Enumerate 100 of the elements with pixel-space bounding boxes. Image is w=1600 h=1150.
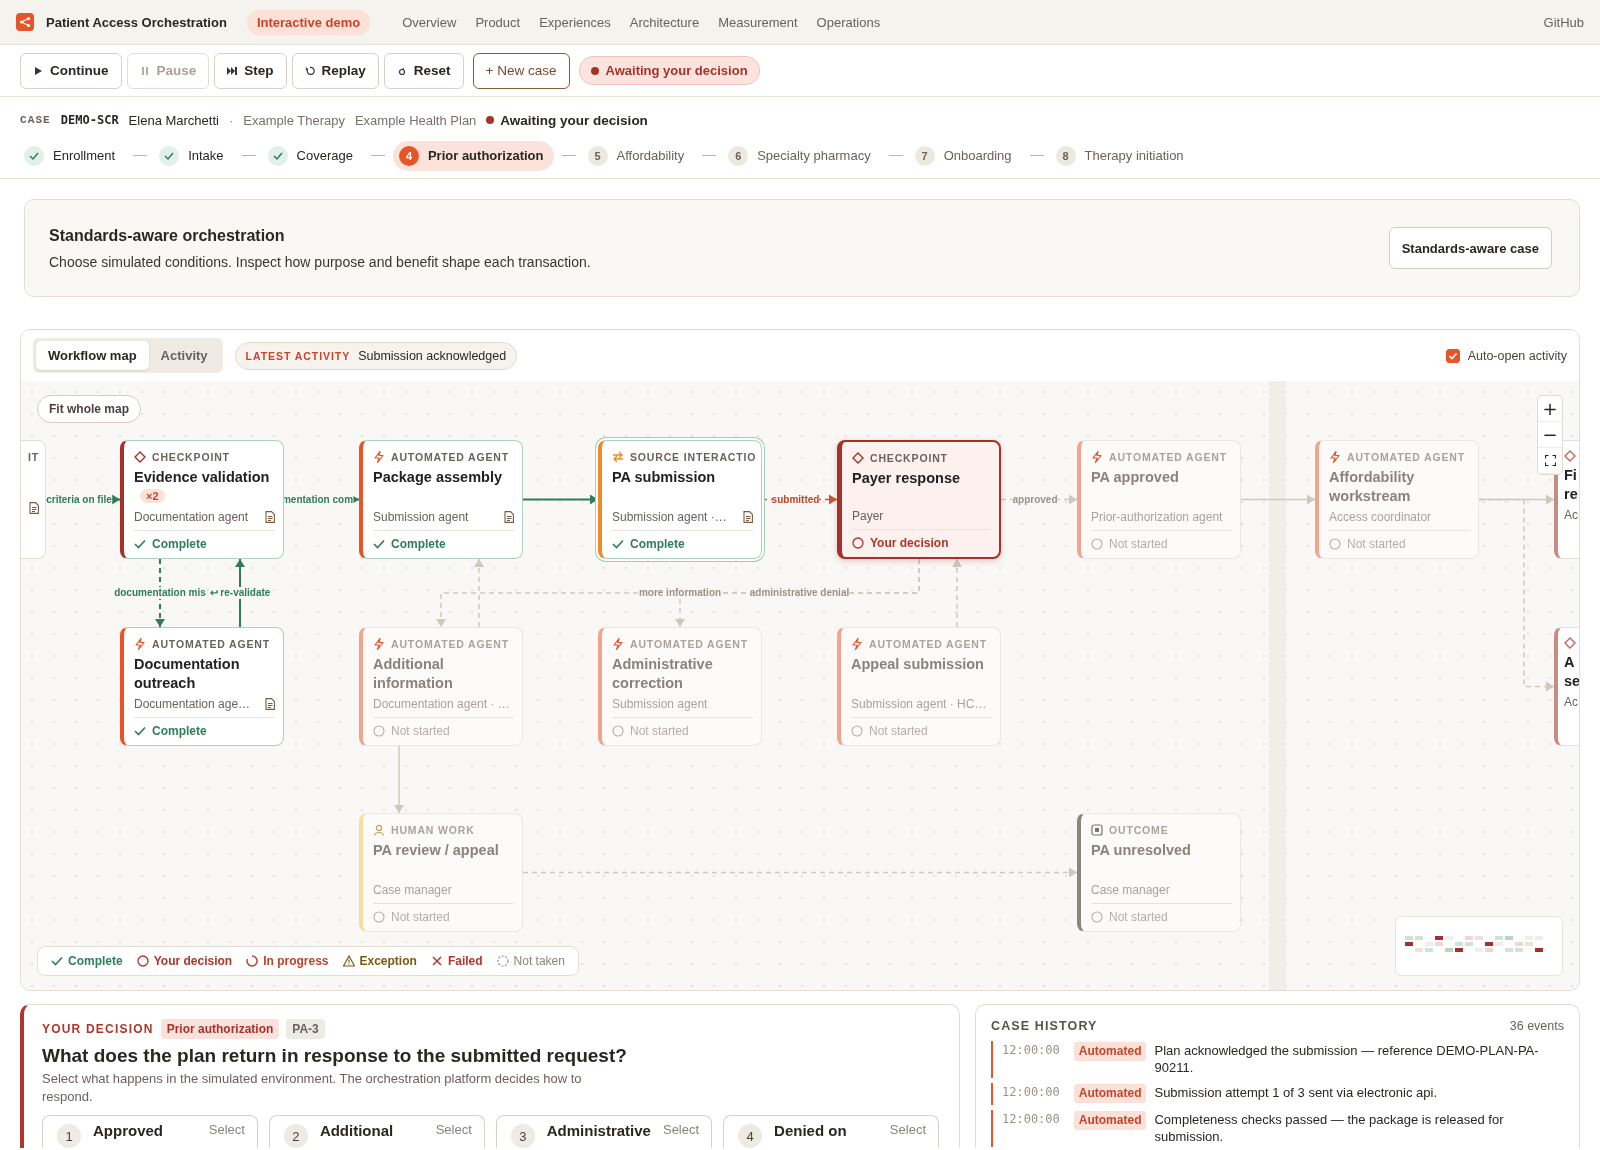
nav-link[interactable]: Product: [475, 14, 521, 30]
progress-step[interactable]: 4 Prior authorization: [392, 140, 554, 171]
event-time: 12:00:00: [1002, 1084, 1060, 1101]
workflow-node[interactable]: CHECKPOINT Evidence validation ×2 Documentation agent Complete: [120, 440, 284, 559]
node-title: Evidence validation: [134, 468, 271, 487]
legend-label: Failed: [447, 954, 483, 968]
zoom-button[interactable]: +: [1538, 396, 1562, 422]
node-role: Submission agent: [373, 510, 469, 524]
event-text: Completeness checks passed — the package is released for submission.: [1154, 1111, 1505, 1145]
workflow-node[interactable]: AUTOMATED AGENT Appeal submission Submission agent · HC… Not started: [837, 627, 1001, 746]
progress-step[interactable]: 6 Specialty pharmacy: [724, 140, 881, 171]
workflow-node[interactable]: AUTOMATED AGENT Additional information Documentation agent · … Not started: [359, 627, 523, 746]
workflow-node[interactable]: AUTOMATED AGENT Affordability workstream Access coordinator Not started: [1315, 440, 1479, 559]
node-title: Administrative correction: [612, 655, 714, 693]
node-status: Complete: [152, 537, 207, 551]
workflow-node[interactable]: OUTCOME PA unresolved Case manager Not started: [1077, 813, 1241, 932]
case-id: DEMO-SCR: [60, 113, 119, 127]
select-link: Select: [662, 1122, 700, 1137]
view-tab[interactable]: Workflow map: [36, 341, 149, 370]
option-card[interactable]: 2 Additional Select: [268, 1115, 485, 1148]
node-title: Documentation outreach: [134, 655, 241, 693]
nav-link[interactable]: Measurement: [718, 14, 798, 30]
node-role: Prior-authorization agent: [1091, 510, 1223, 524]
progress-step[interactable]: 8 Therapy initiation: [1051, 140, 1194, 171]
option-card[interactable]: 3 Administrative Select: [495, 1115, 713, 1148]
node-title: PA submission: [612, 468, 717, 487]
workflow-node[interactable]: IT: [21, 440, 46, 559]
count-badge: ×2: [140, 489, 165, 503]
legend-label: Your decision: [153, 954, 233, 968]
option-card[interactable]: 1 Approved Select: [42, 1115, 258, 1148]
node-role: Access coordinator: [1329, 510, 1432, 524]
workflow-node[interactable]: CHECKPOINT Payer response Payer Your decision: [837, 440, 1001, 559]
legend-label: Complete: [68, 954, 123, 968]
progress-step[interactable]: Enrollment: [20, 140, 126, 171]
github-link[interactable]: GitHub: [1543, 14, 1584, 30]
progress-step[interactable]: 7 Onboarding: [910, 140, 1022, 171]
node-type: CHECKPOINT: [870, 452, 948, 464]
therapy-name: Example Therapy: [243, 112, 345, 128]
option-card[interactable]: 4 Denied on Select: [723, 1115, 939, 1148]
progress-step[interactable]: 5 Affordability: [583, 140, 695, 171]
node-type: AUTOMATED AGENT: [1347, 451, 1465, 463]
node-status: Complete: [391, 537, 446, 551]
node-title: Affordability workstream: [1329, 468, 1416, 506]
event-tag: Automated: [1073, 1084, 1147, 1103]
workflow-node[interactable]: AUTOMATED AGENT Documentation outreach Documentation age… Complete: [120, 627, 284, 746]
nav-link[interactable]: Operations: [816, 14, 881, 30]
checkbox-label: Auto-open activity: [1467, 348, 1567, 363]
decision-description: Select what happens in the simulated environment. The orchestration platform decides how to respond.: [42, 1070, 583, 1106]
workflow-node[interactable]: AUTOMATED AGENT Administrative correction Submission agent Not started: [598, 627, 762, 746]
node-role: Case manager: [373, 883, 452, 897]
node-title: Additional information: [373, 655, 454, 693]
toolbar-button[interactable]: + New case: [472, 52, 570, 89]
edge-label: documentation mis: [114, 587, 206, 599]
nav-link[interactable]: Overview: [402, 14, 457, 30]
progress-step[interactable]: Coverage: [263, 140, 363, 171]
latest-label: LATEST ACTIVITY: [245, 349, 351, 362]
option-number: 1: [57, 1124, 81, 1148]
node-type: AUTOMATED AGENT: [391, 451, 509, 463]
tag: PA-3: [286, 1019, 325, 1039]
node-title: PA review / appeal: [373, 841, 500, 860]
option-title: Additional: [319, 1122, 395, 1139]
node-type: AUTOMATED AGENT: [630, 638, 748, 650]
workflow-node[interactable]: A se Ac: [1554, 627, 1579, 746]
tag: Prior authorization: [160, 1019, 280, 1039]
view-tab[interactable]: Activity: [148, 341, 220, 370]
node-status: Complete: [152, 724, 207, 738]
status-badge: Awaiting your decision: [578, 56, 760, 85]
history-title: CASE HISTORY: [991, 1019, 1098, 1033]
node-title: PA approved: [1091, 468, 1180, 487]
option-title: Approved: [93, 1122, 164, 1139]
node-role: Ac: [1564, 695, 1578, 709]
fit-map-button[interactable]: Fit whole map: [37, 395, 141, 423]
workflow-node[interactable]: HUMAN WORK PA review / appeal Case manager Not started: [359, 813, 523, 932]
app-title: Patient Access Orchestration: [46, 14, 227, 30]
zoom-button[interactable]: −: [1538, 422, 1562, 448]
patient-name: Elena Marchetti: [128, 112, 219, 128]
case-button[interactable]: Standards-aware case: [1388, 227, 1552, 269]
toolbar-button[interactable]: Continue: [20, 52, 122, 89]
node-type: CHECKPOINT: [152, 451, 230, 463]
edge-label: mentation com: [281, 493, 354, 506]
toolbar-button[interactable]: Replay: [291, 52, 379, 89]
node-status: Not started: [1347, 537, 1406, 551]
node-role: Submission agent ·…: [612, 510, 727, 524]
nav-link[interactable]: Architecture: [629, 14, 700, 30]
node-type: AUTOMATED AGENT: [391, 638, 509, 650]
node-title: Fi re: [1564, 466, 1579, 504]
edge-label: administrative denial: [749, 587, 850, 599]
toolbar-button[interactable]: Step: [214, 52, 287, 89]
node-status: Not started: [391, 910, 450, 924]
progress-step[interactable]: Intake: [155, 140, 234, 171]
edge-label: more information: [638, 587, 722, 599]
select-link: Select: [889, 1122, 926, 1137]
workflow-node[interactable]: SOURCE INTERACTIO PA submission Submission agent ·… Complete: [598, 440, 762, 559]
toolbar-button[interactable]: Reset: [383, 52, 464, 89]
workflow-node[interactable]: AUTOMATED AGENT PA approved Prior-authorization agent Not started: [1077, 440, 1241, 559]
node-type: OUTCOME: [1109, 824, 1169, 836]
nav-link[interactable]: Experiences: [539, 14, 611, 30]
node-type: AUTOMATED AGENT: [152, 638, 270, 650]
workflow-node[interactable]: AUTOMATED AGENT Package assembly Submission agent Complete: [359, 440, 523, 559]
select-link: Select: [208, 1122, 245, 1137]
